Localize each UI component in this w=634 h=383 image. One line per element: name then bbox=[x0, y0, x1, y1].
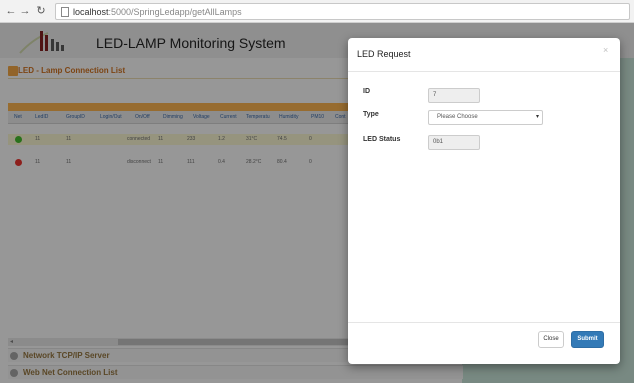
divider bbox=[348, 71, 620, 72]
back-arrow-icon[interactable]: ← bbox=[5, 5, 17, 17]
type-selected-value: Please Choose bbox=[437, 114, 478, 120]
close-icon[interactable]: × bbox=[603, 45, 608, 55]
led-request-modal: LED Request × ID 7 Type Please Choose ▾ … bbox=[348, 38, 620, 364]
divider bbox=[348, 322, 620, 323]
address-bar[interactable]: localhost:5000/SpringLedapp/getAllLamps bbox=[55, 3, 630, 20]
type-select[interactable]: Please Choose ▾ bbox=[428, 110, 543, 125]
reload-icon[interactable]: ↻ bbox=[35, 5, 47, 17]
submit-button[interactable]: Submit bbox=[571, 331, 604, 348]
close-button[interactable]: Close bbox=[538, 331, 564, 348]
led-status-field[interactable]: 0b1 bbox=[428, 135, 480, 150]
id-label: ID bbox=[363, 88, 370, 95]
page-icon bbox=[61, 7, 69, 17]
chevron-down-icon: ▾ bbox=[536, 114, 540, 120]
modal-title: LED Request bbox=[357, 49, 411, 59]
id-field[interactable]: 7 bbox=[428, 88, 480, 103]
url-text: localhost:5000/SpringLedapp/getAllLamps bbox=[73, 7, 242, 17]
type-label: Type bbox=[363, 111, 379, 118]
browser-toolbar: ← → ↻ localhost:5000/SpringLedapp/getAll… bbox=[0, 0, 634, 23]
led-status-label: LED Status bbox=[363, 136, 401, 143]
forward-arrow-icon[interactable]: → bbox=[19, 5, 31, 17]
